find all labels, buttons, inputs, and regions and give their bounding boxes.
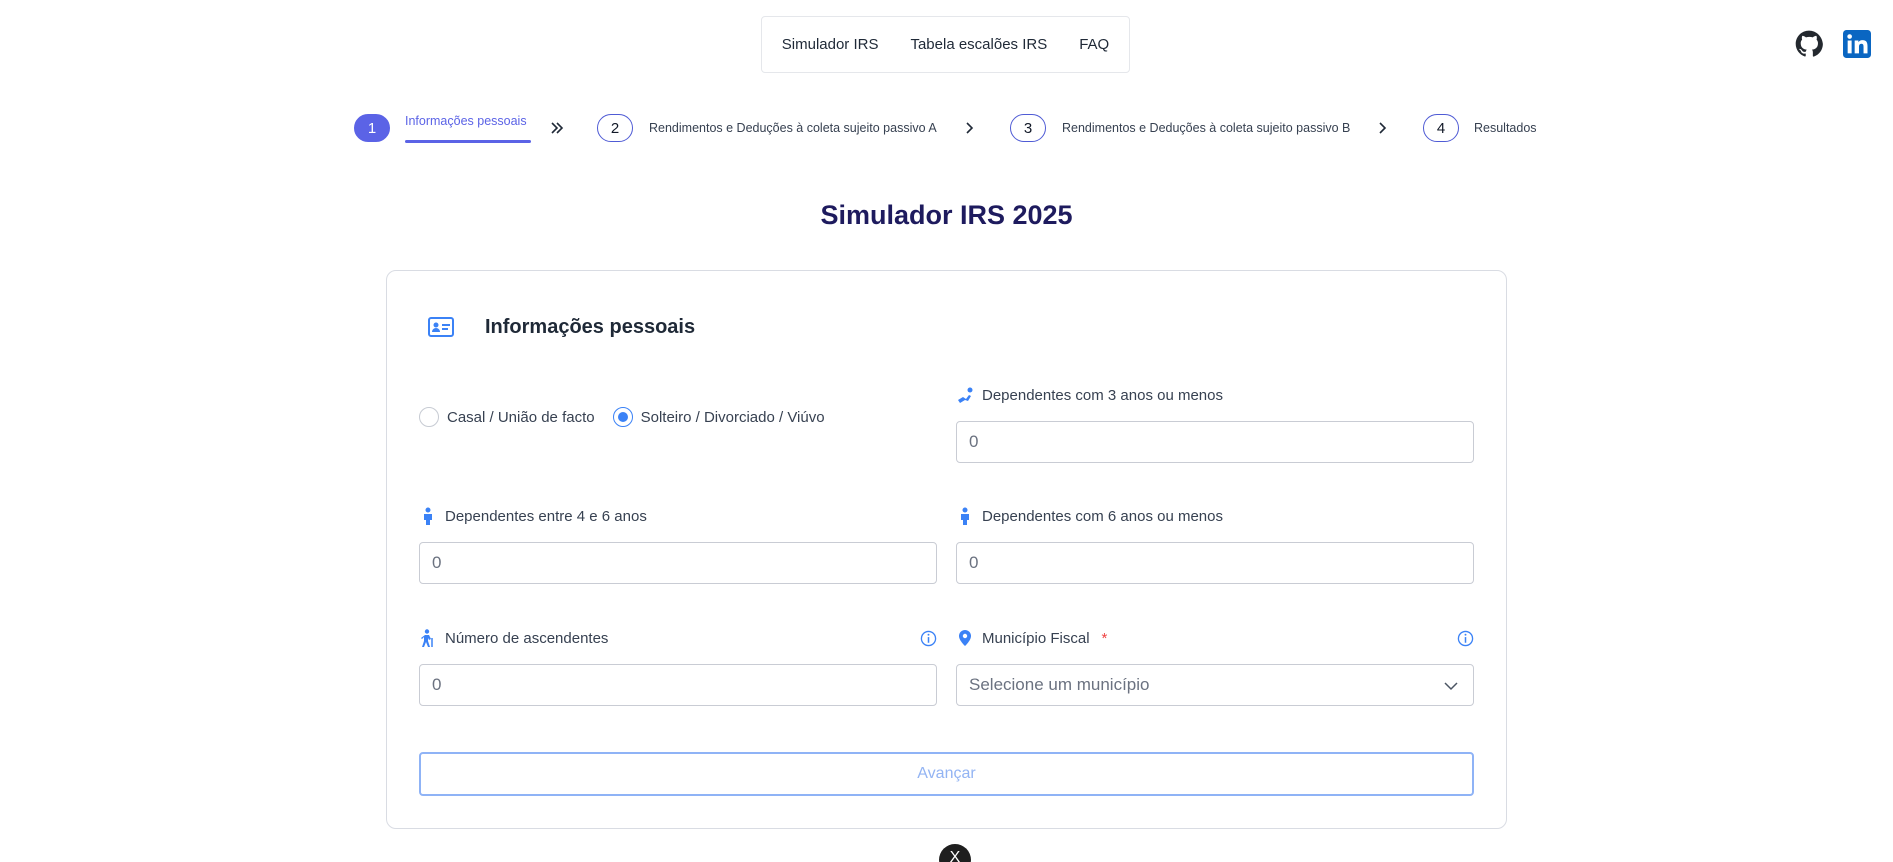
field-dependentes-3: Dependentes com 3 anos ou menos 0 [956,383,1474,463]
baby-icon [958,387,973,403]
radio-casal-circle[interactable] [419,407,439,427]
dependentes-6-input[interactable]: 0 [956,542,1474,584]
elderly-icon [421,629,433,647]
child-icon [961,507,969,525]
stepper: 1 Informações pessoais 2 Rendimentos e D… [0,114,1893,144]
field-municipio: Município Fiscal * Selecione um municípi… [956,626,1474,706]
chevron-right-icon [1379,122,1387,134]
nav-faq[interactable]: FAQ [1063,36,1125,53]
field-dependentes-3-label-row: Dependentes com 3 anos ou menos [956,383,1474,407]
info-icon[interactable] [920,630,937,647]
double-chevron-right-icon [551,122,564,134]
step-1-label[interactable]: Informações pessoais [405,114,527,128]
page-title: Simulador IRS 2025 [820,200,1073,230]
civil-status-radio-group: Casal / União de facto Solteiro / Divorc… [419,407,825,427]
card-header: Informações pessoais [427,315,695,339]
field-municipio-label: Município Fiscal [982,629,1090,647]
map-pin-icon [959,630,971,646]
radio-solteiro-label: Solteiro / Divorciado / Viúvo [640,408,825,426]
github-icon[interactable] [1795,30,1823,58]
step-2-number[interactable]: 2 [597,114,633,142]
step-1-number[interactable]: 1 [354,114,390,142]
field-municipio-label-row: Município Fiscal * [956,626,1474,650]
child-icon [424,507,432,525]
id-card-icon [428,317,454,337]
floating-x-label: X [949,849,961,862]
personal-info-card: Informações pessoais Casal / União de fa… [386,270,1507,829]
field-dependentes-6: Dependentes com 6 anos ou menos 0 [956,504,1474,584]
step-4-label[interactable]: Resultados [1474,121,1537,135]
radio-casal[interactable]: Casal / União de facto [419,407,595,427]
info-icon[interactable] [1457,630,1474,647]
field-ascendentes: Número de ascendentes 0 [419,626,937,706]
dependentes-3-input[interactable]: 0 [956,421,1474,463]
chevron-right-icon [966,122,974,134]
step-1-underline [405,140,531,143]
field-dependentes-4-6-label: Dependentes entre 4 e 6 anos [445,507,647,525]
radio-solteiro-circle[interactable] [612,407,633,427]
municipio-placeholder: Selecione um município [969,675,1150,694]
avancar-button[interactable]: Avançar [419,752,1474,796]
floating-x-badge[interactable]: X [939,844,971,862]
radio-solteiro[interactable]: Solteiro / Divorciado / Viúvo [612,407,825,427]
field-dependentes-4-6: Dependentes entre 4 e 6 anos 0 [419,504,937,584]
radio-casal-label: Casal / União de facto [447,408,595,426]
municipio-select[interactable]: Selecione um município [956,664,1474,706]
field-ascendentes-label: Número de ascendentes [445,629,609,647]
card-title: Informações pessoais [485,315,696,338]
nav-simulador-irs[interactable]: Simulador IRS [766,36,895,53]
field-dependentes-4-6-label-row: Dependentes entre 4 e 6 anos [419,504,937,528]
top-nav: Simulador IRS Tabela escalões IRS FAQ [761,16,1130,73]
step-3-number[interactable]: 3 [1010,114,1046,142]
ascendentes-input[interactable]: 0 [419,664,937,706]
field-dependentes-3-label: Dependentes com 3 anos ou menos [982,386,1223,404]
nav-tabela-escaloes[interactable]: Tabela escalões IRS [894,36,1063,53]
field-ascendentes-label-row: Número de ascendentes [419,626,937,650]
field-dependentes-6-label-row: Dependentes com 6 anos ou menos [956,504,1474,528]
step-3-label[interactable]: Rendimentos e Deduções à coleta sujeito … [1062,121,1350,135]
linkedin-icon[interactable] [1843,30,1871,58]
chevron-down-icon [1444,682,1458,691]
step-2-label[interactable]: Rendimentos e Deduções à coleta sujeito … [649,121,937,135]
step-4-number[interactable]: 4 [1423,114,1459,142]
dependentes-4-6-input[interactable]: 0 [419,542,937,584]
required-mark: * [1101,629,1108,647]
field-dependentes-6-label: Dependentes com 6 anos ou menos [982,507,1223,525]
